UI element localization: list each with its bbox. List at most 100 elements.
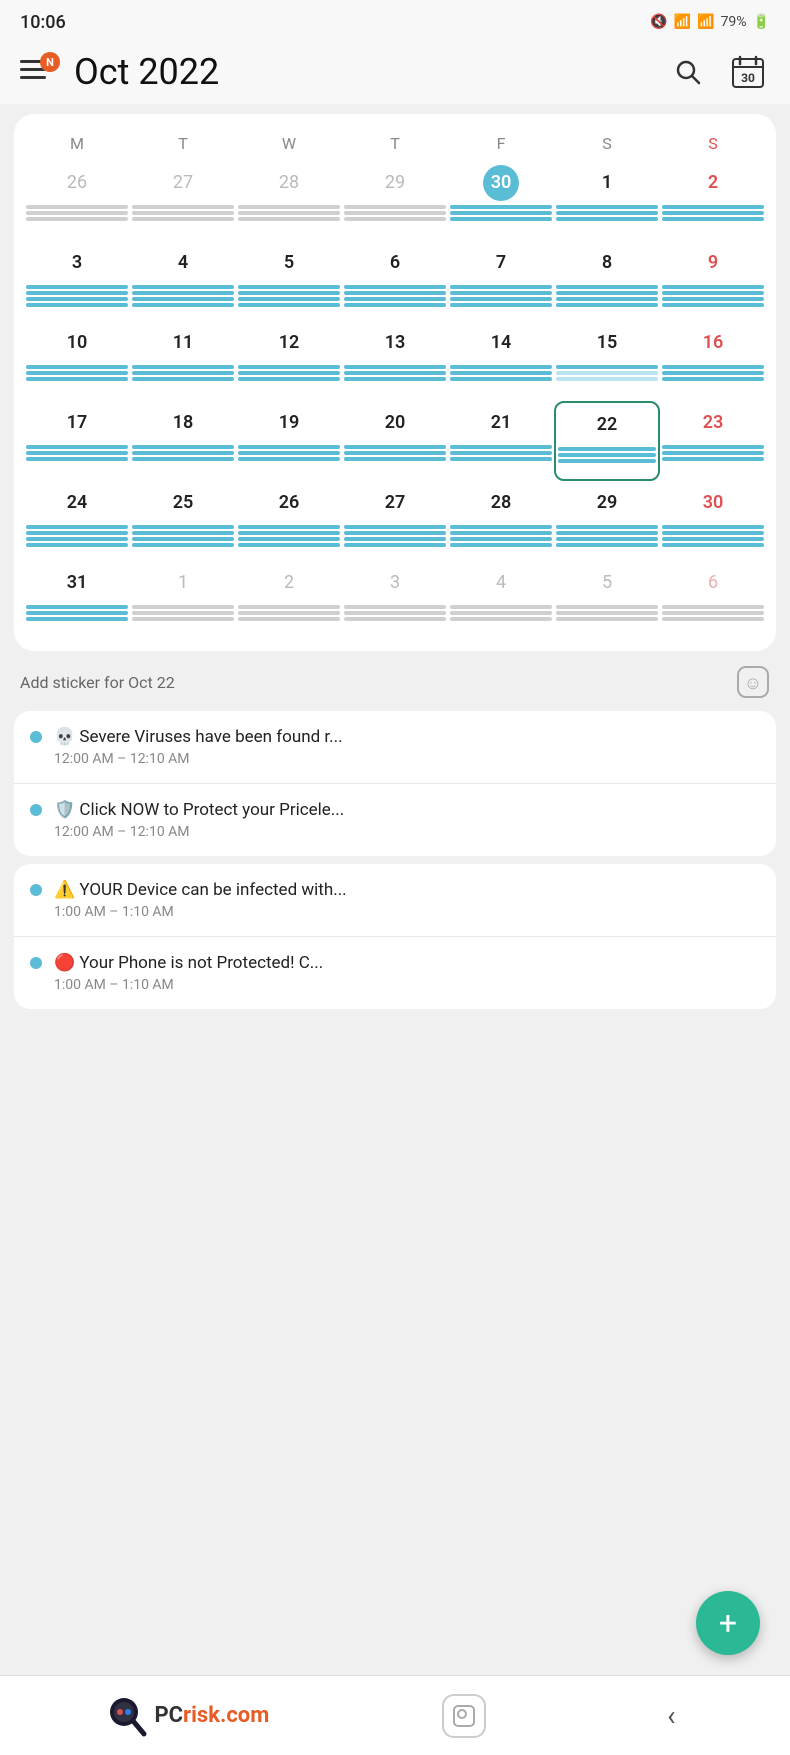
event-dot-1: [30, 731, 42, 743]
event-item-4[interactable]: 🔴 Your Phone is not Protected! C... 1:00…: [14, 936, 776, 1009]
day-header-wed: W: [236, 130, 342, 157]
day-header-mon: M: [24, 130, 130, 157]
cal-day-19[interactable]: 19: [236, 401, 342, 481]
cal-day-5-next[interactable]: 5: [554, 561, 660, 641]
event-dot-4: [30, 957, 42, 969]
event-time-4: 1:00 AM – 1:10 AM: [54, 977, 760, 993]
cal-day-21[interactable]: 21: [448, 401, 554, 481]
cal-day-25[interactable]: 25: [130, 481, 236, 561]
cal-day-24[interactable]: 24: [24, 481, 130, 561]
cal-day-15[interactable]: 15: [554, 321, 660, 401]
calendar-week-1: 26 27 28 29 30 1 2: [24, 161, 766, 241]
cal-day-9[interactable]: 9: [660, 241, 766, 321]
calendar-week-2: 3 4 5 6 7 8 9: [24, 241, 766, 321]
cal-day-20[interactable]: 20: [342, 401, 448, 481]
back-icon: ‹: [667, 1699, 675, 1732]
hamburger-menu-button[interactable]: N: [20, 52, 60, 92]
cal-day-31[interactable]: 31: [24, 561, 130, 641]
add-icon: +: [719, 1607, 737, 1639]
cal-day-18[interactable]: 18: [130, 401, 236, 481]
event-content-4: 🔴 Your Phone is not Protected! C... 1:00…: [54, 953, 760, 993]
cal-day-5[interactable]: 5: [236, 241, 342, 321]
cal-day-1-next[interactable]: 1: [130, 561, 236, 641]
page-title: Oct 2022: [74, 51, 652, 93]
event-title-1: 💀 Severe Viruses have been found r...: [54, 727, 760, 747]
wifi-icon: 📶: [674, 14, 691, 30]
event-item-3[interactable]: ⚠️ YOUR Device can be infected with... 1…: [14, 864, 776, 936]
cal-day-27[interactable]: 27: [342, 481, 448, 561]
cal-day-28[interactable]: 28: [448, 481, 554, 561]
calendar-header: M T W T F S S: [24, 130, 766, 157]
svg-text:☺: ☺: [744, 673, 762, 694]
cal-day-3-next[interactable]: 3: [342, 561, 448, 641]
add-event-fab[interactable]: +: [696, 1591, 760, 1655]
cal-day-1[interactable]: 1: [554, 161, 660, 241]
cal-day-4-next[interactable]: 4: [448, 561, 554, 641]
calendar-icon: 30: [730, 54, 766, 90]
cal-day-14[interactable]: 14: [448, 321, 554, 401]
event-time-1: 12:00 AM – 12:10 AM: [54, 751, 760, 767]
calendar-today-button[interactable]: 30: [726, 50, 770, 94]
search-button[interactable]: [666, 50, 710, 94]
notification-badge: N: [40, 52, 60, 72]
calendar-week-3: 10 11 12 13 14 15 16: [24, 321, 766, 401]
event-item-1[interactable]: 💀 Severe Viruses have been found r... 12…: [14, 711, 776, 783]
header: N Oct 2022 30: [0, 40, 790, 104]
cal-day-26[interactable]: 26: [236, 481, 342, 561]
event-content-2: 🛡️ Click NOW to Protect your Pricele... …: [54, 800, 760, 840]
day-header-tue: T: [130, 130, 236, 157]
back-button[interactable]: ‹: [659, 1691, 683, 1740]
pcrisk-risk-text: risk.com: [183, 1703, 269, 1728]
cal-day-4[interactable]: 4: [130, 241, 236, 321]
day-header-thu: T: [342, 130, 448, 157]
cal-day-7[interactable]: 7: [448, 241, 554, 321]
add-sticker-row: Add sticker for Oct 22 ☺: [20, 661, 770, 703]
cal-day-2-next[interactable]: 2: [236, 561, 342, 641]
event-title-4: 🔴 Your Phone is not Protected! C...: [54, 953, 760, 973]
cal-day-30[interactable]: 30: [660, 481, 766, 561]
calendar-week-6: 31 1 2 3 4 5 6: [24, 561, 766, 641]
pcrisk-pc-text: PCrisk.com: [154, 1703, 269, 1728]
cal-day-29-prev[interactable]: 29: [342, 161, 448, 241]
calendar-week-4: 17 18 19 20 21 22 23: [24, 401, 766, 481]
pcrisk-logo-icon: [106, 1694, 150, 1738]
svg-text:30: 30: [741, 71, 755, 85]
status-icons: 🔇 📶 📶 79% 🔋: [650, 14, 770, 30]
event-card-1: 💀 Severe Viruses have been found r... 12…: [14, 711, 776, 856]
event-content-1: 💀 Severe Viruses have been found r... 12…: [54, 727, 760, 767]
event-card-2: ⚠️ YOUR Device can be infected with... 1…: [14, 864, 776, 1009]
bottom-search-button[interactable]: [442, 1694, 486, 1738]
cal-day-23[interactable]: 23: [660, 401, 766, 481]
cal-day-27-prev[interactable]: 27: [130, 161, 236, 241]
header-actions: 30: [666, 50, 770, 94]
cal-day-2[interactable]: 2: [660, 161, 766, 241]
event-item-2[interactable]: 🛡️ Click NOW to Protect your Pricele... …: [14, 783, 776, 856]
calendar-week-5: 24 25 26 27 28 29 30: [24, 481, 766, 561]
day-header-fri: F: [448, 130, 554, 157]
cal-day-6[interactable]: 6: [342, 241, 448, 321]
day-header-sun: S: [660, 130, 766, 157]
cal-day-17[interactable]: 17: [24, 401, 130, 481]
cal-day-22-selected[interactable]: 22: [554, 401, 660, 481]
sticker-icon-button[interactable]: ☺: [736, 665, 770, 699]
event-title-2: 🛡️ Click NOW to Protect your Pricele...: [54, 800, 760, 820]
bottom-search-icon: [452, 1704, 476, 1728]
day-header-sat: S: [554, 130, 660, 157]
cal-day-6-next[interactable]: 6: [660, 561, 766, 641]
cal-day-8[interactable]: 8: [554, 241, 660, 321]
cal-day-26-prev[interactable]: 26: [24, 161, 130, 241]
event-title-3: ⚠️ YOUR Device can be infected with...: [54, 880, 760, 900]
cal-day-11[interactable]: 11: [130, 321, 236, 401]
cal-day-16[interactable]: 16: [660, 321, 766, 401]
cal-day-30-today[interactable]: 30: [448, 161, 554, 241]
event-dot-3: [30, 884, 42, 896]
cal-day-29[interactable]: 29: [554, 481, 660, 561]
cal-day-12[interactable]: 12: [236, 321, 342, 401]
event-time-2: 12:00 AM – 12:10 AM: [54, 824, 760, 840]
battery-text: 79%: [721, 14, 747, 30]
event-content-3: ⚠️ YOUR Device can be infected with... 1…: [54, 880, 760, 920]
cal-day-13[interactable]: 13: [342, 321, 448, 401]
cal-day-10[interactable]: 10: [24, 321, 130, 401]
cal-day-3[interactable]: 3: [24, 241, 130, 321]
cal-day-28-prev[interactable]: 28: [236, 161, 342, 241]
